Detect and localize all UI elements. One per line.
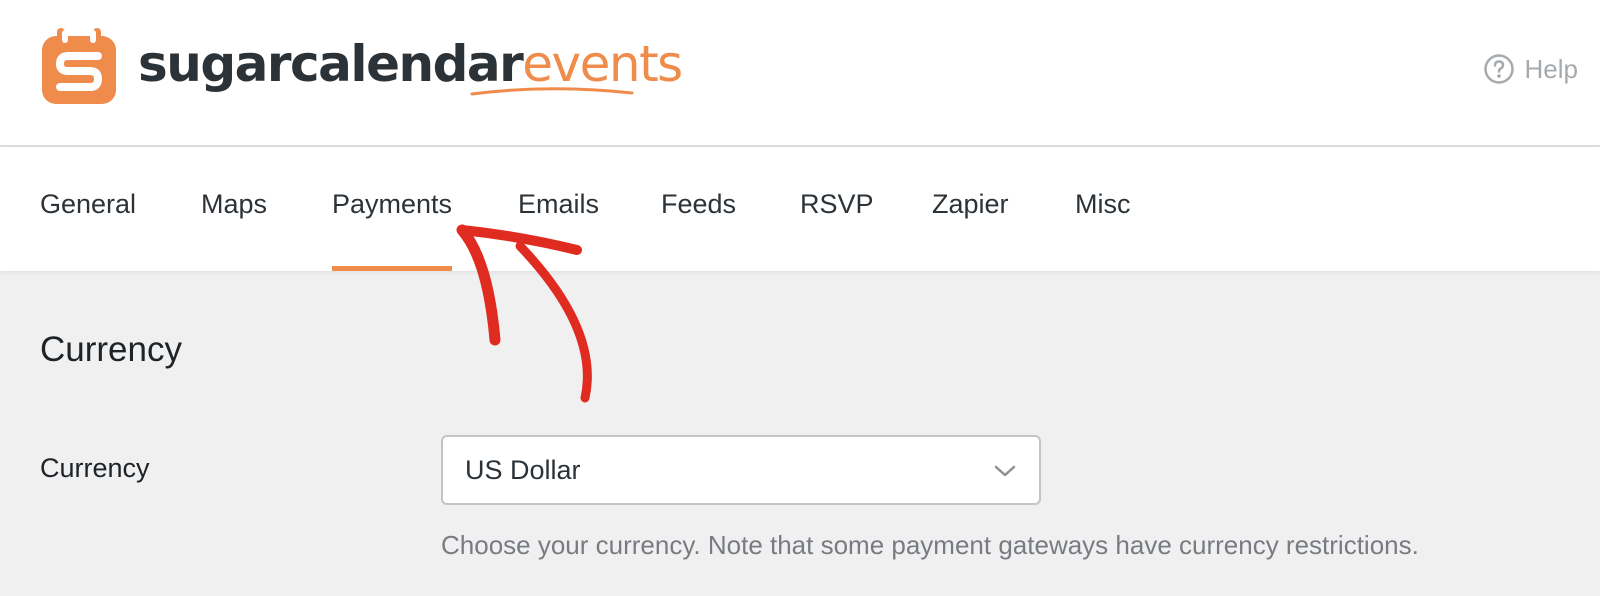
currency-help-text: Choose your currency. Note that some pay… [441, 530, 1419, 560]
tab-misc[interactable]: Misc [1075, 189, 1131, 271]
section-title: Currency [40, 330, 182, 369]
tab-general[interactable]: General [40, 189, 136, 271]
brand-name-part1: sugarcalendar [138, 35, 524, 93]
tab-payments[interactable]: Payments [332, 189, 453, 271]
header: sugarcalendarevents Help [0, 0, 1600, 147]
help-link[interactable]: Help [1483, 50, 1578, 88]
help-label: Help [1524, 53, 1578, 84]
tab-feeds[interactable]: Feeds [661, 189, 736, 271]
settings-page: sugarcalendarevents Help General Maps Pa… [0, 0, 1600, 596]
currency-field-label: Currency [40, 453, 150, 483]
question-circle-icon [1483, 54, 1514, 84]
tab-maps[interactable]: Maps [201, 189, 267, 271]
currency-select-value: US Dollar [465, 454, 581, 485]
chevron-down-icon [994, 465, 1016, 477]
calendar-s-logo-icon [42, 28, 116, 104]
tab-zapier[interactable]: Zapier [932, 189, 1009, 271]
logo-underline-swoosh [470, 87, 634, 96]
tab-emails[interactable]: Emails [518, 189, 599, 271]
currency-select[interactable]: US Dollar [441, 435, 1041, 505]
settings-tabs: General Maps Payments Emails Feeds RSVP … [0, 147, 1600, 271]
tab-rsvp[interactable]: RSVP [800, 189, 874, 271]
